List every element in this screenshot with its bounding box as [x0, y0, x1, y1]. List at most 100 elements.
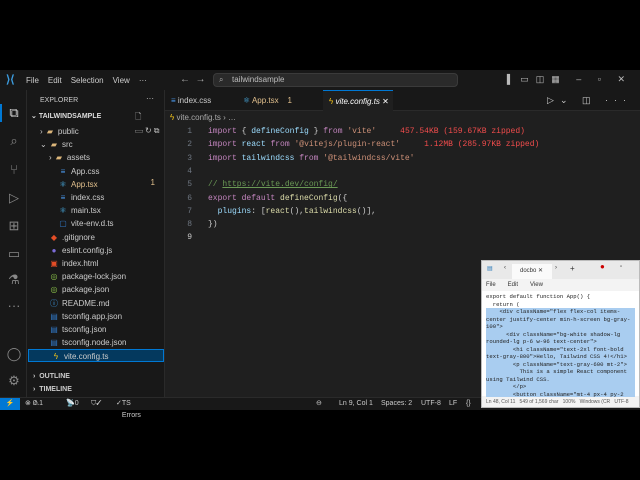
file-tree-item[interactable]: ◎ package.json — [49, 283, 110, 296]
explorer-sidebar: EXPLORER ··· ⌄ TAILWINDSAMPLE 🗋▭↻⧉ › ▰ pu… — [27, 90, 165, 397]
file-tree-item[interactable]: ϟ vite.config.ts — [28, 349, 164, 363]
file-tree-item[interactable]: ⌄ ▰ src — [40, 138, 73, 151]
search-icon[interactable]: ⌕ — [6, 133, 22, 149]
run-debug-icon[interactable]: ▷ — [6, 190, 22, 206]
file-name: src — [61, 140, 73, 150]
file-tree-item[interactable]: ▤ tsconfig.app.json — [49, 310, 122, 323]
notepad-text[interactable]: export default function App() { return (… — [482, 291, 639, 407]
source-control-icon[interactable]: ⑂ — [6, 162, 22, 178]
breadcrumb-symbol[interactable]: … — [228, 113, 236, 122]
tab-index-css[interactable]: ≡ index.css — [165, 90, 237, 111]
notepad-titlebar: ▤ ‹ docbo ✕ › + ● ▫ — [482, 261, 639, 279]
file-tree-item[interactable]: ▤ tsconfig.node.json — [49, 336, 126, 349]
command-center-search[interactable]: ⌕ tailwindsample — [213, 73, 458, 87]
menu-view[interactable]: View — [530, 282, 543, 288]
editor-actions[interactable]: ▷⌄ ◫ ··· — [547, 95, 632, 106]
config-link[interactable]: https://vite.dev/config/ — [222, 180, 337, 189]
project-name: TAILWINDSAMPLE — [38, 113, 102, 120]
language-mode[interactable]: {} — [466, 398, 471, 410]
project-folder[interactable]: ⌄ TAILWINDSAMPLE — [31, 112, 101, 120]
file-tree-item[interactable]: ⚛ App.tsx — [58, 178, 98, 191]
file-name: assets — [66, 153, 91, 163]
file-tree-item[interactable]: › ▰ public — [40, 125, 79, 138]
file-name: package.json — [62, 285, 110, 295]
menu-file[interactable]: File — [486, 282, 496, 288]
tab-vite-config[interactable]: ϟ vite.config.ts ✕ — [323, 90, 393, 111]
tsconfig-icon: ▤ — [50, 338, 58, 348]
file-tree-item[interactable]: ◎ package-lock.json — [49, 270, 127, 283]
folder-icon: ▰ — [55, 153, 62, 163]
file-tree-item[interactable]: ◆ .gitignore — [49, 231, 95, 244]
explorer-icon[interactable]: ⧉ — [6, 105, 22, 121]
timeline-section[interactable]: › TIMELINE — [33, 386, 72, 393]
end-of-line[interactable]: LF — [449, 398, 457, 410]
indentation[interactable]: Spaces: 2 — [381, 398, 412, 410]
remote-icon[interactable]: ⚡ — [0, 398, 20, 410]
file-tree-item[interactable]: ≡ index.css — [58, 191, 105, 204]
menu-edit[interactable]: Edit — [508, 282, 518, 288]
file-tree-item[interactable]: › ▰ assets — [49, 151, 90, 164]
new-tab-icon[interactable]: + — [570, 264, 575, 273]
problems-status[interactable]: ⊗ 0 ⚠ 1 — [25, 398, 43, 410]
account-icon[interactable]: ◯ — [6, 346, 22, 362]
file-name: vite.config.ts — [64, 352, 109, 362]
notepad-menu: File Edit View — [482, 279, 639, 291]
activity-bar: ⧉ ⌕ ⑂ ▷ ⊞ ▭ ⚗ ··· ◯ ⚙ — [0, 90, 27, 397]
folder-icon: ▰ — [46, 127, 53, 136]
info-icon: ⓘ — [50, 298, 58, 308]
code-line-4: 4 — [187, 166, 192, 176]
tsconfig-icon: ▤ — [50, 325, 58, 334]
file-tree-item[interactable]: ≡ App.css — [58, 165, 100, 178]
file-name: .gitignore — [62, 232, 95, 242]
zoom-icon[interactable]: ⊖ — [316, 398, 322, 410]
more-icon[interactable]: ··· — [6, 298, 22, 314]
extensions-icon[interactable]: ⊞ — [6, 218, 22, 234]
breadcrumb-file[interactable]: vite.config.ts — [176, 113, 220, 122]
tab-label: vite.config.ts — [335, 97, 380, 106]
encoding[interactable]: UTF-8 — [421, 398, 441, 410]
menu-view[interactable]: View — [113, 76, 130, 85]
remote-explorer-icon[interactable]: ▭ — [6, 246, 22, 262]
code-line-7: 7 plugins: [react(),tailwindcss()], — [187, 206, 377, 216]
nav-back-forward-icon[interactable]: ← → — [180, 74, 206, 85]
active-indicator — [0, 104, 2, 122]
ts-errors-status[interactable]: ✓ TS Errors — [116, 398, 141, 419]
menu-selection[interactable]: Selection — [71, 76, 104, 85]
file-name: package-lock.json — [62, 272, 127, 282]
menu-file[interactable]: File — [26, 76, 39, 85]
tab-scroll-left[interactable]: ‹ — [504, 265, 506, 271]
react-icon: ⚛ — [59, 179, 67, 189]
settings-gear-icon[interactable]: ⚙ — [6, 373, 22, 389]
explorer-more-icon[interactable]: ··· — [146, 94, 154, 103]
vscode-logo-icon: ⟩⟨ — [6, 74, 15, 86]
editor-tabs: ≡ index.css ⚛ App.tsx 1 ϟ vite.config.ts… — [165, 90, 640, 111]
ports-status[interactable]: 📡 0 — [66, 398, 79, 410]
menu-more[interactable]: ··· — [139, 76, 147, 85]
notepad-tab[interactable]: docbo ✕ — [512, 264, 552, 279]
file-name: tsconfig.app.json — [62, 311, 123, 321]
shield-icon[interactable]: ⛉✓ — [91, 398, 102, 410]
menu-edit[interactable]: Edit — [48, 76, 62, 85]
close-icon[interactable]: ✕ — [382, 97, 389, 106]
tab-app-tsx[interactable]: ⚛ App.tsx 1 — [237, 90, 323, 111]
tab-scroll-right[interactable]: › — [555, 265, 557, 271]
file-name: public — [57, 127, 79, 136]
window-controls[interactable]: ▌▭◫▦ – ▫ ✕ — [507, 74, 632, 85]
file-tree-item[interactable]: ▢ vite-env.d.ts — [58, 217, 113, 230]
testing-icon[interactable]: ⚗ — [6, 272, 22, 288]
explorer-title: EXPLORER — [40, 97, 79, 104]
menu-bar: File Edit Selection View ··· — [26, 76, 156, 85]
file-tree-item[interactable]: ● eslint.config.js — [49, 244, 113, 257]
file-tree-item[interactable]: ▣ index.html — [49, 257, 98, 270]
import-cost: 1.12MB (285.97KB zipped) — [424, 140, 540, 150]
maximize-icon[interactable]: ▫ — [620, 264, 622, 270]
cursor-position[interactable]: Ln 9, Col 1 — [339, 398, 373, 410]
file-tree-item[interactable]: ▤ tsconfig.json — [49, 323, 106, 336]
notepad-icon: ▤ — [487, 266, 493, 272]
file-tree-item[interactable]: ⚛ main.tsx — [58, 204, 100, 217]
file-tree-item[interactable]: ⓘ README.md — [49, 297, 110, 310]
file-name: App.tsx — [71, 179, 98, 189]
explorer-actions-icons[interactable]: 🗋▭↻⧉ — [135, 111, 164, 139]
file-name: tsconfig.json — [62, 325, 107, 334]
outline-section[interactable]: › OUTLINE — [33, 373, 70, 380]
